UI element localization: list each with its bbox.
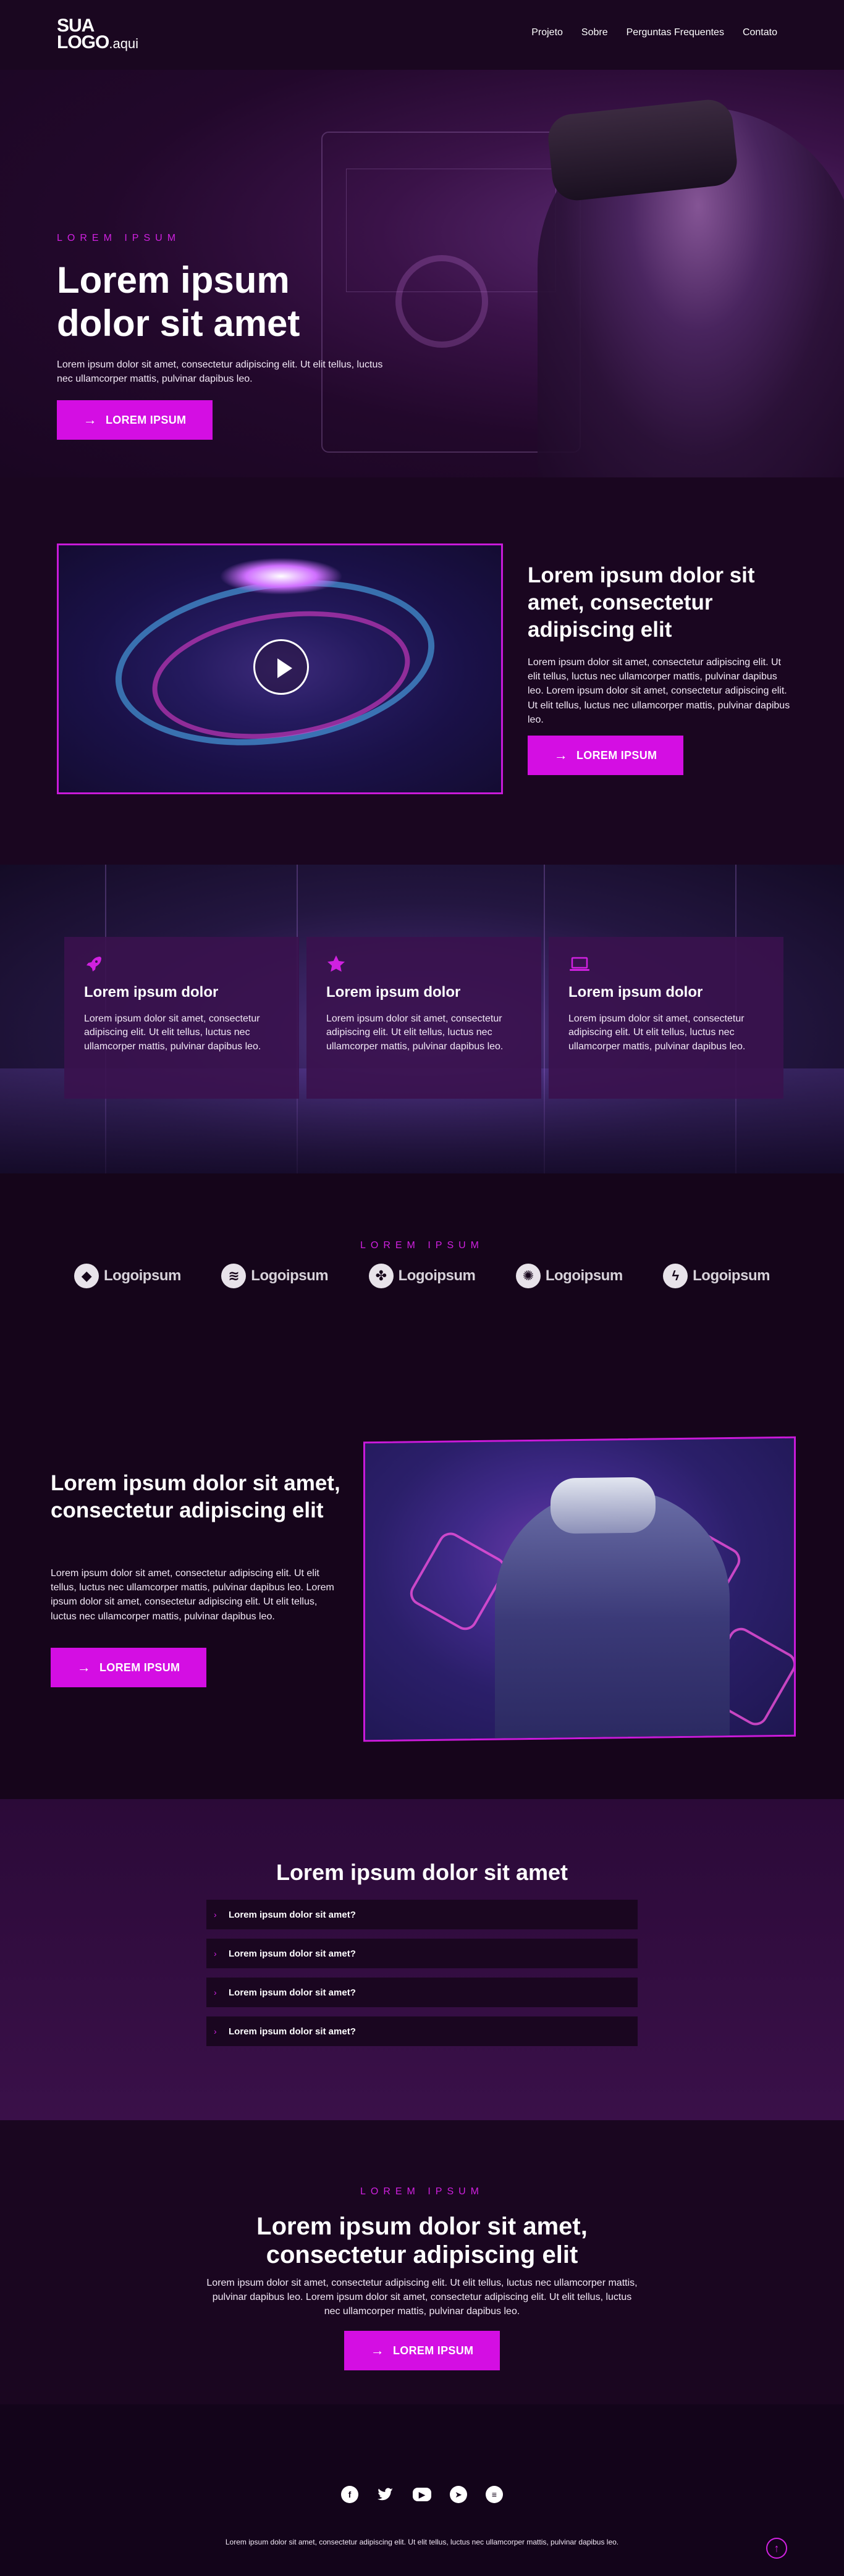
laptop-icon (568, 954, 764, 975)
features-section: Lorem ipsum dolor Lorem ipsum dolor sit … (0, 865, 844, 1173)
partner-logo: ◆ Logoipsum (74, 1264, 181, 1288)
nav-item-projeto[interactable]: Projeto (531, 27, 563, 38)
cta-eyebrow: LOREM IPSUM (360, 2186, 484, 2197)
hero-eyebrow: LOREM IPSUM (57, 233, 181, 243)
logoipsum-mark-icon: ◆ (74, 1264, 99, 1288)
logoipsum-sun-icon: ✺ (515, 1264, 541, 1288)
faq-item[interactable]: › Lorem ipsum dolor sit amet? (206, 1900, 638, 1929)
telegram-icon[interactable]: ➤ (450, 2486, 467, 2503)
chevron-right-icon: › (214, 1910, 217, 1919)
video-thumbnail[interactable] (57, 543, 503, 794)
logo-line-1: SUA (57, 15, 95, 36)
arrow-right-icon: → (554, 747, 568, 763)
vr-section-title: Lorem ipsum dolor sit amet, consectetur … (51, 1471, 340, 1522)
arrow-right-icon: → (83, 412, 97, 427)
facebook-icon[interactable]: f (341, 2486, 358, 2503)
rocket-icon (84, 954, 279, 975)
feature-text: Lorem ipsum dolor sit amet, consectetur … (326, 1013, 504, 1052)
feature-text: Lorem ipsum dolor sit amet, consectetur … (84, 1013, 261, 1052)
faq-question: Lorem ipsum dolor sit amet? (229, 1948, 356, 1959)
chevron-right-icon: › (214, 1987, 217, 1997)
hero-text: Lorem ipsum dolor sit amet, consectetur … (57, 359, 383, 385)
cta-button[interactable]: → LOREM IPSUM (344, 2331, 500, 2370)
play-icon[interactable] (253, 639, 309, 695)
vr-headset (551, 1477, 656, 1534)
logo-line-2-text: LOGO (57, 32, 109, 52)
partner-logo-text: Logoipsum (693, 1267, 770, 1284)
cta-title: Lorem ipsum dolor sit amet, consectetur … (256, 2213, 588, 2268)
cta-button-label: LOREM IPSUM (393, 2344, 474, 2357)
site-footer: f ▶ ➤ ≡ Lorem ipsum dolor sit amet, cons… (0, 2404, 844, 2576)
feature-card: Lorem ipsum dolor Lorem ipsum dolor sit … (64, 937, 299, 1099)
faq-item[interactable]: › Lorem ipsum dolor sit amet? (206, 2016, 638, 2046)
partner-logo: ✤ Logoipsum (368, 1264, 476, 1288)
partner-logo: ✺ Logoipsum (515, 1264, 623, 1288)
hero-hud-ring (395, 255, 488, 348)
hero-cta-label: LOREM IPSUM (106, 413, 187, 426)
main-nav: Projeto Sobre Perguntas Frequentes Conta… (531, 27, 777, 38)
video-section-title: Lorem ipsum dolor sit amet, consectetur … (528, 563, 755, 642)
logo-domain: .aqui (109, 36, 139, 51)
footer-text: Lorem ipsum dolor sit amet, consectetur … (225, 2538, 619, 2546)
arrow-right-icon: → (370, 2343, 384, 2358)
feature-text: Lorem ipsum dolor sit amet, consectetur … (568, 1013, 746, 1052)
faq-item[interactable]: › Lorem ipsum dolor sit amet? (206, 1978, 638, 2007)
scroll-to-top-icon[interactable]: ↑ (766, 2538, 787, 2559)
logoipsum-waves-icon: ≋ (221, 1264, 247, 1288)
faq-list: › Lorem ipsum dolor sit amet? › Lorem ipsu… (206, 1900, 638, 2055)
faq-question: Lorem ipsum dolor sit amet? (229, 1909, 356, 1920)
hero-section: LOREM IPSUM Lorem ipsum dolor sit amet L… (0, 70, 844, 477)
hero-cta-button[interactable]: → LOREM IPSUM (57, 400, 213, 440)
social-links: f ▶ ➤ ≡ (0, 2486, 844, 2503)
feature-title: Lorem ipsum dolor (326, 984, 461, 1001)
video-section-text: Lorem ipsum dolor sit amet, consectetur … (528, 657, 790, 725)
vr-section-button[interactable]: → LOREM IPSUM (51, 1648, 206, 1687)
site-logo[interactable]: SUA LOGO.aqui (57, 15, 139, 52)
partner-logo-text: Logoipsum (251, 1267, 329, 1284)
partners-eyebrow: LOREM IPSUM (360, 1240, 484, 1251)
faq-question: Lorem ipsum dolor sit amet? (229, 1987, 356, 1998)
chevron-right-icon: › (214, 1949, 217, 1958)
logoipsum-flower-icon: ✤ (368, 1264, 394, 1288)
vr-section: Lorem ipsum dolor sit amet, consectetur … (0, 1340, 844, 1799)
vr-section-text: Lorem ipsum dolor sit amet, consectetur … (51, 1568, 334, 1622)
star-icon (326, 954, 521, 975)
vr-person-image (363, 1436, 796, 1742)
landing-page: SUA LOGO.aqui Projeto Sobre Perguntas Fr… (0, 0, 844, 2576)
youtube-icon[interactable]: ▶ (413, 2488, 431, 2501)
spotify-icon[interactable]: ≡ (486, 2486, 503, 2503)
chevron-right-icon: › (214, 2026, 217, 2036)
partner-logo-text: Logoipsum (545, 1267, 623, 1284)
faq-section: Lorem ipsum dolor sit amet › Lorem ipsum … (0, 1799, 844, 2120)
arrow-right-icon: → (77, 1659, 91, 1675)
partner-logo: ϟ Logoipsum (663, 1264, 770, 1288)
cta-text: Lorem ipsum dolor sit amet, consectetur … (206, 2278, 638, 2317)
feature-card: Lorem ipsum dolor Lorem ipsum dolor sit … (306, 937, 541, 1099)
vr-section-button-label: LOREM IPSUM (99, 1661, 180, 1674)
video-section-button[interactable]: → LOREM IPSUM (528, 736, 683, 775)
faq-item[interactable]: › Lorem ipsum dolor sit amet? (206, 1939, 638, 1968)
partners-section: LOREM IPSUM ◆ Logoipsum ≋ Logoipsum ✤ Logoi… (0, 1173, 844, 1340)
video-section-button-label: LOREM IPSUM (576, 749, 657, 761)
nav-item-contato[interactable]: Contato (743, 27, 777, 38)
partner-logo: ≋ Logoipsum (221, 1264, 329, 1288)
partner-logo-text: Logoipsum (398, 1267, 476, 1284)
video-section: Lorem ipsum dolor sit amet, consectetur … (0, 477, 844, 865)
hero-title: Lorem ipsum dolor sit amet (57, 259, 300, 345)
logoipsum-bolt-icon: ϟ (663, 1264, 688, 1288)
cta-section: LOREM IPSUM Lorem ipsum dolor sit amet, … (0, 2120, 844, 2404)
feature-title: Lorem ipsum dolor (84, 984, 219, 1001)
partner-logos: ◆ Logoipsum ≋ Logoipsum ✤ Logoipsum ✺ Logoip… (74, 1264, 770, 1288)
feature-card: Lorem ipsum dolor Lorem ipsum dolor sit … (549, 937, 783, 1099)
faq-question: Lorem ipsum dolor sit amet? (229, 2026, 356, 2037)
partner-logo-text: Logoipsum (104, 1267, 181, 1284)
nav-item-sobre[interactable]: Sobre (581, 27, 608, 38)
twitter-icon[interactable] (377, 2486, 394, 2503)
video-glow (219, 558, 343, 595)
nav-item-perguntas-frequentes[interactable]: Perguntas Frequentes (627, 27, 724, 38)
logo-line-2: LOGO.aqui (57, 32, 139, 52)
faq-title: Lorem ipsum dolor sit amet (276, 1860, 568, 1885)
feature-title: Lorem ipsum dolor (568, 984, 703, 1001)
site-header: SUA LOGO.aqui Projeto Sobre Perguntas Fr… (0, 0, 844, 70)
